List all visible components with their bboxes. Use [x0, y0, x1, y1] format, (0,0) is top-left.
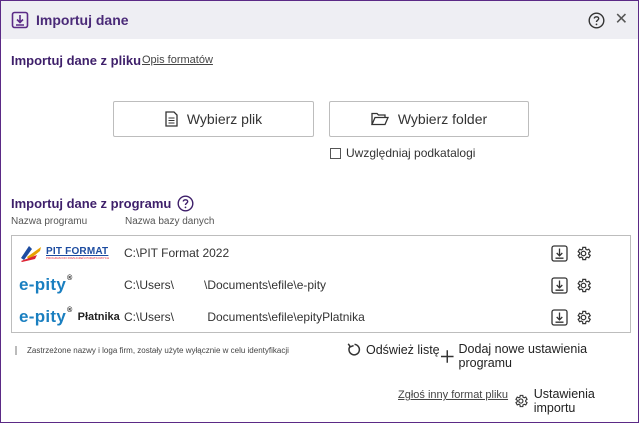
epity-logo: e-pity®	[19, 274, 73, 296]
help-circle-icon[interactable]	[588, 12, 605, 29]
import-icon[interactable]	[551, 308, 568, 326]
import-settings-label: Ustawienia importu	[533, 387, 595, 415]
help-circle-icon[interactable]	[177, 195, 194, 212]
column-header-program: Nazwa programu	[11, 216, 88, 227]
refresh-list-label: Odśwież listę	[366, 342, 440, 357]
database-path: C:\PIT Format 2022	[124, 246, 230, 260]
program-row-epity-platnika[interactable]: e-pity® Płatnika C:\Users\ Documents\efi…	[12, 301, 630, 333]
pit-format-logo-text: PIT FORMAT	[46, 245, 109, 257]
gear-icon[interactable]	[575, 309, 592, 326]
formats-description-link[interactable]: Opis formatów	[142, 54, 213, 66]
import-icon	[11, 11, 29, 29]
program-list: PIT FORMAT PROGRAM DO ROZLICZEŃ PODATKOW…	[11, 235, 631, 333]
epity-platnika-logo-suffix: Płatnika	[77, 311, 120, 323]
import-dialog: Importuj dane ✕ Importuj dane z pliku Op…	[0, 0, 639, 423]
choose-file-button[interactable]: Wybierz plik	[113, 101, 314, 137]
epity-platnika-logo-mark: ®	[67, 307, 73, 314]
import-icon[interactable]	[551, 276, 568, 294]
plus-icon	[440, 349, 454, 363]
choose-folder-label: Wybierz folder	[397, 111, 488, 127]
choose-file-label: Wybierz plik	[186, 111, 263, 127]
checkbox-box[interactable]	[330, 147, 341, 159]
column-header-database: Nazwa bazy danych	[125, 216, 215, 227]
program-row-epity[interactable]: e-pity® C:\Users\ \Documents\efile\e-pit…	[12, 269, 630, 301]
pit-format-logo-subtext: PROGRAM DO ROZLICZEŃ PODATKOWYCH	[46, 255, 110, 260]
epity-platnika-logo-text-value: e-pity	[19, 307, 67, 326]
database-path: C:\Users\ Documents\efile\epityPlatnika	[124, 310, 365, 324]
program-section-heading: Importuj dane z programu	[11, 195, 194, 212]
epity-logo-text: e-pity®	[19, 275, 73, 295]
gear-icon	[515, 394, 528, 408]
pit-format-mark-icon	[21, 246, 41, 262]
include-subfolders-checkbox[interactable]: Uwzględniaj podkatalogi	[330, 146, 475, 160]
close-icon[interactable]: ✕	[615, 11, 628, 29]
epity-platnika-logo: e-pity® Płatnika	[19, 306, 120, 328]
database-path: C:\Users\ \Documents\efile\e-pity	[124, 278, 327, 292]
include-subfolders-label: Uwzględniaj podkatalogi	[346, 146, 476, 160]
epity-logo-mark: ®	[67, 275, 73, 282]
footnote-text: Zastrzeżone nazwy i loga firm, zostały u…	[27, 346, 289, 355]
import-settings-button[interactable]: Ustawienia importu	[513, 387, 638, 415]
gear-icon[interactable]	[575, 245, 592, 262]
gear-icon[interactable]	[575, 277, 592, 294]
program-row-pit-format[interactable]: PIT FORMAT PROGRAM DO ROZLICZEŃ PODATKOW…	[12, 237, 630, 269]
folder-open-icon	[370, 112, 389, 126]
add-program-settings-label: Dodaj nowe ustawienia programu	[458, 342, 588, 370]
program-section-title: Importuj dane z programu	[11, 196, 172, 211]
refresh-icon	[347, 343, 361, 356]
report-format-link[interactable]: Zgłoś inny format pliku	[398, 389, 508, 401]
refresh-list-button[interactable]: Odśwież listę	[346, 342, 440, 357]
epity-logo-text: e-pity®	[19, 307, 73, 327]
import-icon[interactable]	[551, 244, 568, 262]
titlebar: Importuj dane ✕	[1, 1, 638, 39]
pit-format-logo: PIT FORMAT PROGRAM DO ROZLICZEŃ PODATKOW…	[19, 242, 109, 264]
document-icon	[165, 111, 178, 127]
epity-logo-text-value: e-pity	[19, 275, 67, 294]
add-program-settings-button[interactable]: Dodaj nowe ustawienia programu	[440, 342, 638, 370]
footnote-marker	[15, 346, 17, 355]
choose-folder-button[interactable]: Wybierz folder	[329, 101, 529, 137]
dialog-title: Importuj dane	[36, 12, 129, 28]
file-section-heading: Importuj dane z pliku	[11, 53, 142, 68]
trademark-footnote: Zastrzeżone nazwy i loga firm, zostały u…	[15, 346, 289, 355]
